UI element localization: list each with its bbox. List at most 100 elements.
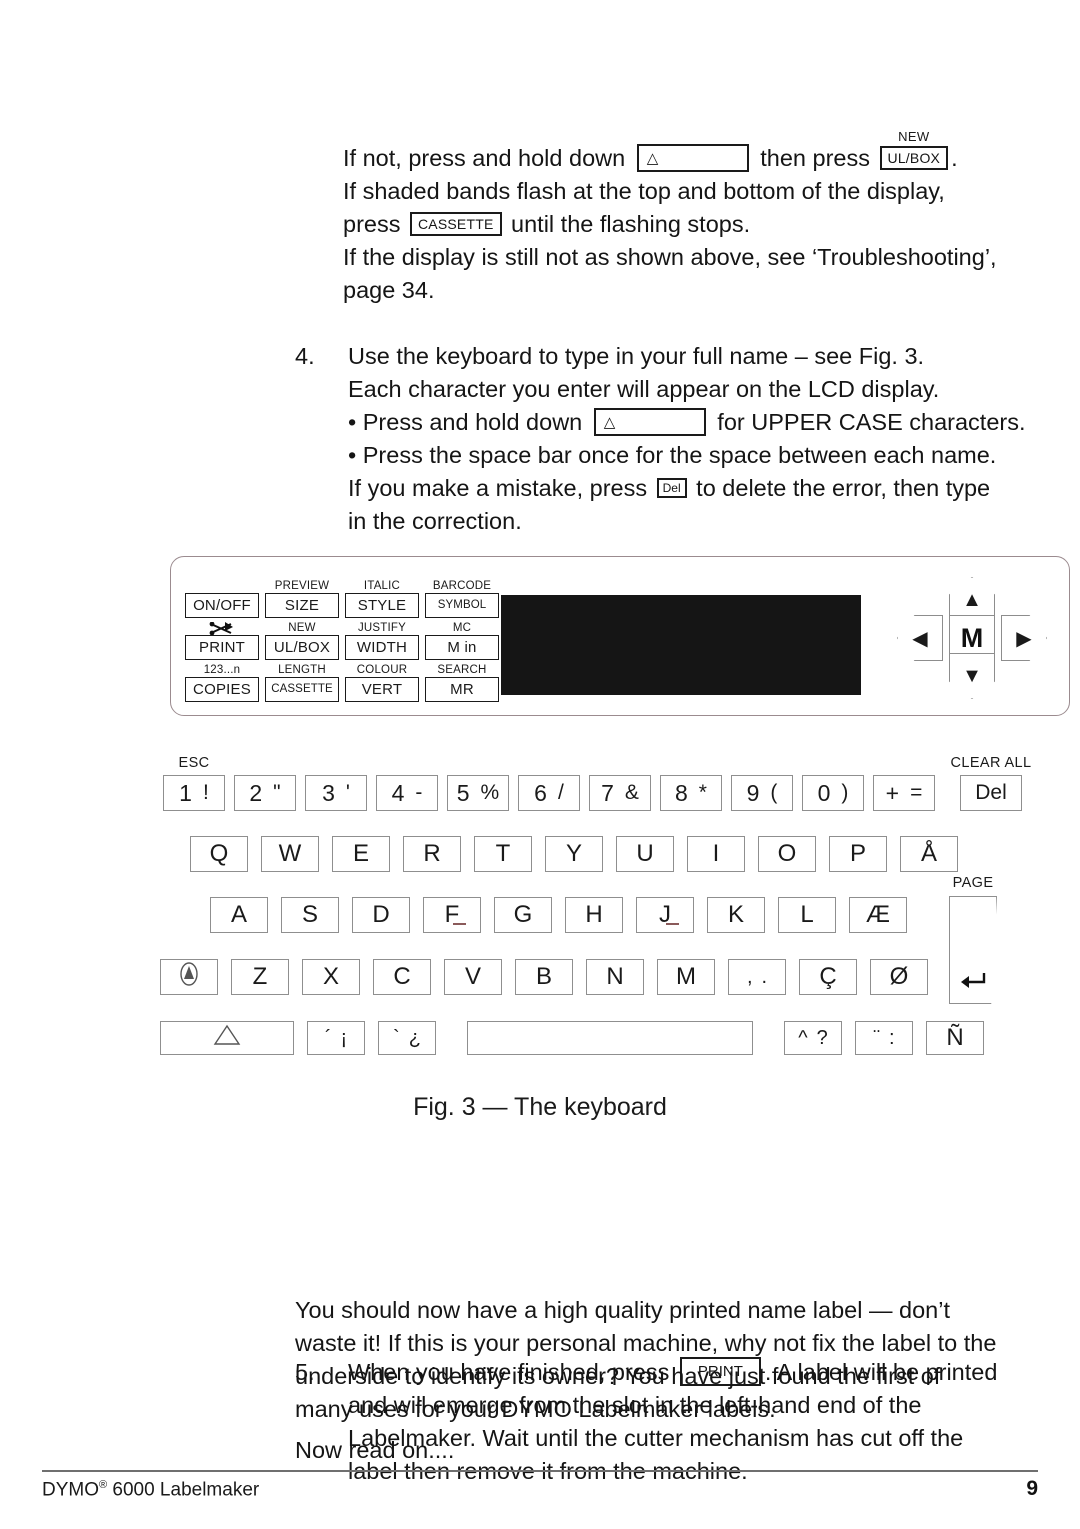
key-o[interactable]: O bbox=[758, 836, 816, 872]
key-ntilde[interactable]: Ñ bbox=[926, 1021, 984, 1055]
caps-lock-icon bbox=[178, 961, 200, 994]
key-6[interactable]: 6 / bbox=[518, 775, 580, 811]
step-4-bullet-1-text-a: • Press and hold down bbox=[348, 409, 583, 435]
key-t[interactable]: T bbox=[474, 836, 532, 872]
intro-line-1-text-b: then press bbox=[760, 145, 870, 171]
closing-line-1: You should now have a high quality print… bbox=[295, 1297, 950, 1323]
key-7[interactable]: 7 & bbox=[589, 775, 651, 811]
keyboard-row-top: Q W E R T Y U I O P Å bbox=[190, 836, 958, 872]
space-bar[interactable] bbox=[467, 1021, 753, 1055]
key-r[interactable]: R bbox=[403, 836, 461, 872]
key-q[interactable]: Q bbox=[190, 836, 248, 872]
key-ae[interactable]: Æ bbox=[849, 897, 907, 933]
shift-triangle-icon-2: △ bbox=[603, 413, 616, 431]
function-sublabel: ITALIC bbox=[363, 580, 401, 592]
key-a[interactable]: A bbox=[210, 897, 268, 933]
del-key-glyph: Del bbox=[656, 478, 687, 499]
function-column-1: ON/OFF PRINT 123...n COPIES bbox=[185, 579, 259, 704]
key-e[interactable]: E bbox=[332, 836, 390, 872]
del-key-label: Del bbox=[662, 481, 681, 496]
key-2[interactable]: 2 " bbox=[234, 775, 296, 811]
ulbox-over-label: NEW bbox=[898, 128, 930, 144]
memory-in-key[interactable]: M in bbox=[425, 635, 499, 660]
size-key[interactable]: SIZE bbox=[265, 593, 339, 618]
key-label: Y bbox=[565, 840, 582, 867]
key-i[interactable]: I bbox=[687, 836, 745, 872]
key-primary: + bbox=[885, 779, 900, 806]
key-ccedilla[interactable]: Ç bbox=[799, 959, 857, 995]
key-secondary: / bbox=[557, 781, 564, 804]
key-z[interactable]: Z bbox=[231, 959, 289, 995]
enter-key[interactable]: PAGE bbox=[949, 875, 997, 1004]
key-aring[interactable]: Å bbox=[900, 836, 958, 872]
intro-line-3-text-a: press bbox=[343, 211, 401, 237]
cassette-key-glyph: CASSETTE bbox=[410, 211, 502, 236]
key-plus-equals[interactable]: + = bbox=[873, 775, 935, 811]
key-p[interactable]: P bbox=[829, 836, 887, 872]
key-label: M bbox=[676, 963, 696, 990]
width-key[interactable]: WIDTH bbox=[345, 635, 419, 660]
ulbox-key[interactable]: UL/BOX bbox=[265, 635, 339, 660]
key-acute-invexcl[interactable]: ´ ¡ bbox=[307, 1021, 365, 1055]
nav-down-button[interactable]: ▼ bbox=[949, 653, 995, 699]
vert-key[interactable]: VERT bbox=[345, 677, 419, 702]
copies-key[interactable]: COPIES bbox=[185, 677, 259, 702]
key-d[interactable]: D bbox=[352, 897, 410, 933]
key-1[interactable]: ESC 1 ! bbox=[163, 755, 225, 811]
key-comma-period[interactable]: , . bbox=[728, 959, 786, 995]
key-y[interactable]: Y bbox=[545, 836, 603, 872]
function-sublabel: COLOUR bbox=[356, 664, 408, 676]
key-g[interactable]: G bbox=[494, 897, 552, 933]
closing-line-4: many uses for your DYMO Labelmaker label… bbox=[295, 1396, 776, 1422]
style-key[interactable]: STYLE bbox=[345, 593, 419, 618]
cassette-key[interactable]: CASSETTE bbox=[265, 677, 339, 702]
key-8[interactable]: 8 * bbox=[660, 775, 722, 811]
nav-left-button[interactable]: ◀ bbox=[897, 615, 943, 661]
ulbox-key-glyph: NEW UL/BOX bbox=[879, 130, 949, 170]
key-del[interactable]: CLEAR ALL Del bbox=[951, 755, 1031, 811]
key-f[interactable]: F bbox=[423, 897, 481, 933]
function-column-4: BARCODE SYMBOL MC M in SEARCH MR bbox=[425, 579, 499, 704]
key-label: X bbox=[322, 963, 339, 990]
key-b[interactable]: B bbox=[515, 959, 573, 995]
key-w[interactable]: W bbox=[261, 836, 319, 872]
key-m[interactable]: M bbox=[657, 959, 715, 995]
key-u[interactable]: U bbox=[616, 836, 674, 872]
step-4-bullet-1-text-b: for UPPER CASE characters. bbox=[717, 409, 1026, 435]
nav-right-button[interactable]: ▶ bbox=[1001, 615, 1047, 661]
print-key[interactable]: PRINT bbox=[185, 635, 259, 660]
key-c[interactable]: C bbox=[373, 959, 431, 995]
key-0[interactable]: 0 ) bbox=[802, 775, 864, 811]
key-h[interactable]: H bbox=[565, 897, 623, 933]
key-s[interactable]: S bbox=[281, 897, 339, 933]
key-label: F bbox=[444, 901, 460, 928]
key-n[interactable]: N bbox=[586, 959, 644, 995]
key-9[interactable]: 9 ( bbox=[731, 775, 793, 811]
function-sublabel: SEARCH bbox=[437, 664, 487, 676]
key-l[interactable]: L bbox=[778, 897, 836, 933]
key-v[interactable]: V bbox=[444, 959, 502, 995]
memory-recall-key[interactable]: MR bbox=[425, 677, 499, 702]
key-diaeresis-colon[interactable]: ¨ : bbox=[855, 1021, 913, 1055]
key-caret-question[interactable]: ^ ? bbox=[784, 1021, 842, 1055]
left-shift-key[interactable] bbox=[160, 1021, 294, 1055]
caps-lock-key[interactable] bbox=[160, 959, 218, 995]
function-cell-mr: SEARCH MR bbox=[425, 663, 499, 704]
key-secondary: ¿ bbox=[408, 1026, 421, 1049]
key-4[interactable]: 4 - bbox=[376, 775, 438, 811]
key-j[interactable]: J bbox=[636, 897, 694, 933]
key-3[interactable]: 3 ' bbox=[305, 775, 367, 811]
key-grave-invqst[interactable]: ` ¿ bbox=[378, 1021, 436, 1055]
registered-mark-icon: ® bbox=[99, 1479, 108, 1491]
intro-line-4: If the display is still not as shown abo… bbox=[343, 244, 997, 270]
key-oslash[interactable]: Ø bbox=[870, 959, 928, 995]
function-cell-min: MC M in bbox=[425, 621, 499, 662]
onoff-key[interactable]: ON/OFF bbox=[185, 593, 259, 618]
symbol-key[interactable]: SYMBOL bbox=[425, 593, 499, 618]
key-secondary: ' bbox=[345, 781, 350, 804]
key-x[interactable]: X bbox=[302, 959, 360, 995]
key-k[interactable]: K bbox=[707, 897, 765, 933]
key-5[interactable]: 5 % bbox=[447, 775, 509, 811]
key-label: T bbox=[495, 840, 511, 867]
function-cell-ulbox: NEW UL/BOX bbox=[265, 621, 339, 662]
